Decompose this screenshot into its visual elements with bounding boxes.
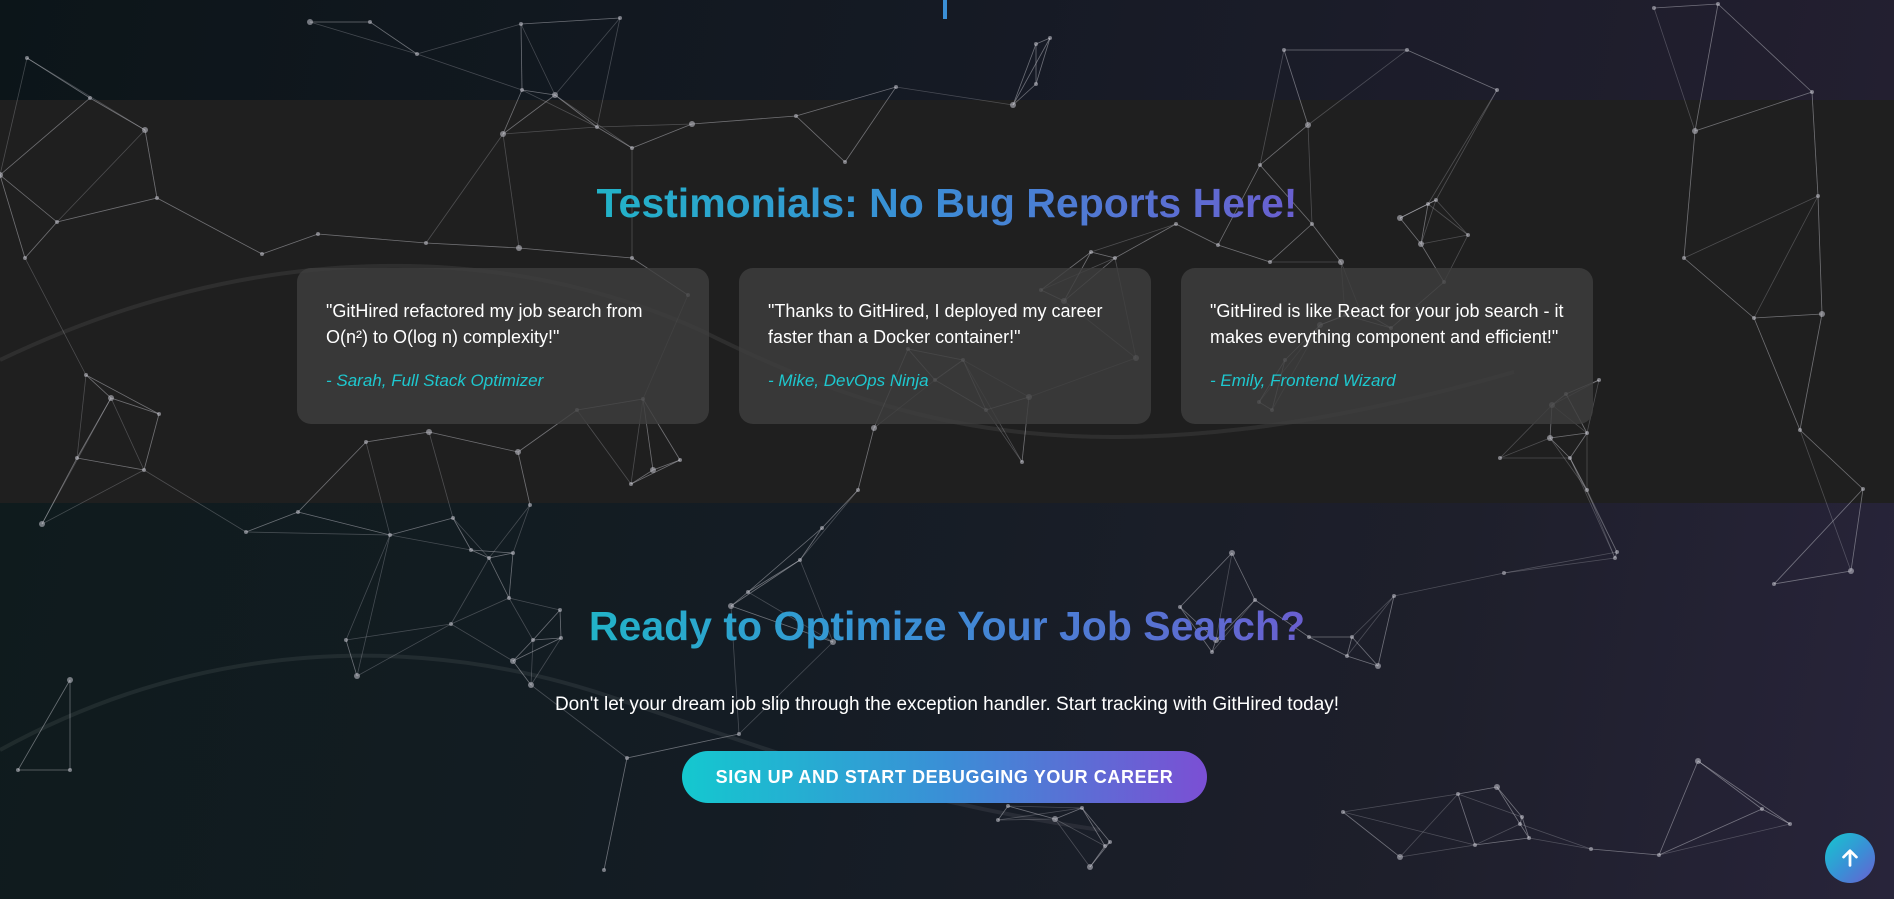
cta-title: Ready to Optimize Your Job Search? — [588, 603, 1306, 649]
cta-description: Don't let your dream job slip through th… — [554, 694, 1340, 715]
arrow-up-icon — [1842, 849, 1858, 867]
scroll-indicator — [943, 0, 947, 19]
testimonial-quote: "Thanks to GitHired, I deployed my caree… — [768, 301, 1103, 347]
testimonial-author: - Emily, Frontend Wizard — [1210, 371, 1396, 390]
testimonial-author: - Sarah, Full Stack Optimizer — [326, 371, 544, 390]
testimonial-author: - Mike, DevOps Ninja — [768, 371, 929, 390]
testimonial-card: "Thanks to GitHired, I deployed my caree… — [739, 268, 1151, 424]
testimonial-card: "GitHired refactored my job search from … — [297, 268, 709, 424]
testimonial-quote: "GitHired is like React for your job sea… — [1210, 301, 1564, 347]
back-to-top-button[interactable] — [1825, 833, 1875, 883]
testimonial-quote: "GitHired refactored my job search from … — [326, 301, 643, 347]
signup-button[interactable]: SIGN UP AND START DEBUGGING YOUR CAREER — [682, 751, 1207, 803]
testimonials-title: Testimonials: No Bug Reports Here! — [596, 180, 1298, 226]
testimonial-card: "GitHired is like React for your job sea… — [1181, 268, 1593, 424]
hero-section-bottom — [0, 0, 1894, 100]
